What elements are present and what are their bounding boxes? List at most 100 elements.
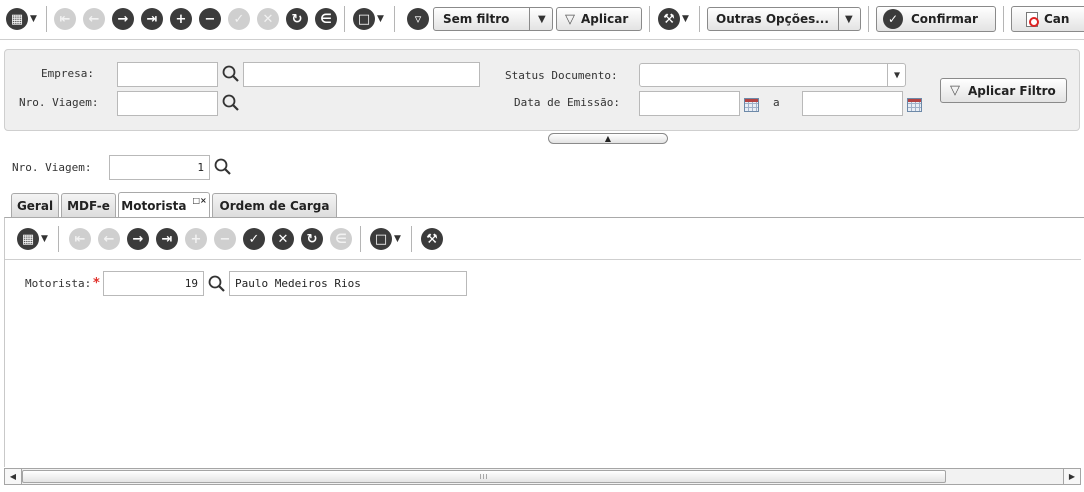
- tab-content: ▦ ▼ ⇤ ← → ⇥ + − ✓ ✕ ↻ ∈ □ ▼ ⚒ Motorista:…: [4, 217, 1084, 467]
- scroll-grip: III: [479, 472, 489, 481]
- other-options-label: Outras Opções...: [716, 12, 829, 26]
- confirm-check-icon: ✓: [883, 9, 903, 29]
- detail-grid-menu-caret-icon[interactable]: ▼: [41, 234, 48, 244]
- filter-panel: Empresa: Nro. Viagem: Status Documento: …: [4, 49, 1080, 131]
- toolbar-separator: [699, 6, 700, 32]
- collapse-panel-handle[interactable]: ▲: [548, 133, 668, 144]
- arrow-right-icon: ▶: [1068, 472, 1076, 481]
- detail-remove-record-icon[interactable]: −: [214, 228, 236, 250]
- record-viagem-search-icon[interactable]: [213, 157, 233, 177]
- detail-grid-menu-icon[interactable]: ▦: [17, 228, 39, 250]
- empresa-name-input[interactable]: [243, 62, 480, 87]
- document-menu-caret-icon[interactable]: ▼: [377, 14, 384, 24]
- detail-previous-record-icon[interactable]: ←: [98, 228, 120, 250]
- viagem-filter-label: Nro. Viagem:: [19, 96, 99, 109]
- funnel-icon: ▽: [565, 11, 575, 27]
- chevron-down-icon: ▼: [538, 13, 546, 25]
- date-from-calendar-icon[interactable]: [744, 98, 759, 112]
- toolbar-separator: [58, 226, 59, 252]
- cancel-button[interactable]: Can: [1011, 6, 1084, 32]
- detail-last-record-icon[interactable]: ⇥: [156, 228, 178, 250]
- date-to-calendar-icon[interactable]: [907, 98, 922, 112]
- first-record-icon[interactable]: ⇤: [54, 8, 76, 30]
- toolbar-separator: [394, 6, 395, 32]
- tab-geral-label: Geral: [16, 199, 54, 213]
- toolbar-separator: [868, 6, 869, 32]
- detail-first-record-icon[interactable]: ⇤: [69, 228, 91, 250]
- detail-add-record-icon[interactable]: +: [185, 228, 207, 250]
- add-record-icon[interactable]: +: [170, 8, 192, 30]
- funnel-icon: ▽: [950, 83, 960, 98]
- detail-wrench-icon[interactable]: ⚒: [421, 228, 443, 250]
- scroll-thumb[interactable]: III: [22, 470, 946, 483]
- tab-geral[interactable]: Geral: [11, 193, 59, 218]
- filter-icon[interactable]: ▿: [407, 8, 429, 30]
- chevron-down-icon: ▼: [893, 69, 900, 81]
- wrench-icon[interactable]: ⚒: [658, 8, 680, 30]
- apply-button[interactable]: ▽ Aplicar: [556, 7, 642, 31]
- toolbar-separator: [360, 226, 361, 252]
- date-from-input[interactable]: [639, 91, 740, 116]
- detail-refresh-icon[interactable]: ↻: [301, 228, 323, 250]
- tab-mdfe[interactable]: MDF-e: [61, 193, 116, 218]
- empresa-search-icon[interactable]: [221, 64, 241, 84]
- confirm-button-label: Confirmar: [911, 12, 978, 26]
- empresa-label: Empresa:: [41, 67, 94, 80]
- record-viagem-label: Nro. Viagem:: [12, 161, 92, 174]
- cancel-x-icon[interactable]: ✕: [257, 8, 279, 30]
- document-menu-icon[interactable]: □: [353, 8, 375, 30]
- motorista-code-input[interactable]: 19: [103, 271, 204, 296]
- cancel-document-icon: [1026, 11, 1039, 27]
- next-record-icon[interactable]: →: [112, 8, 134, 30]
- status-select[interactable]: ▼: [639, 63, 906, 87]
- wrench-menu-caret-icon[interactable]: ▼: [682, 14, 689, 24]
- detail-cancel-x-icon[interactable]: ✕: [272, 228, 294, 250]
- empresa-code-input[interactable]: [117, 62, 218, 87]
- viagem-filter-input[interactable]: [117, 91, 218, 116]
- filter-select-value: Sem filtro: [443, 12, 510, 26]
- motorista-name-input[interactable]: Paulo Medeiros Rios: [229, 271, 467, 296]
- confirm-button[interactable]: ✓ Confirmar: [876, 6, 996, 32]
- status-label: Status Documento:: [505, 69, 618, 82]
- detail-document-menu-icon[interactable]: □: [370, 228, 392, 250]
- scroll-left-button[interactable]: ◀: [5, 469, 22, 484]
- toolbar-separator: [46, 6, 47, 32]
- toolbar-separator: [649, 6, 650, 32]
- last-record-icon[interactable]: ⇥: [141, 8, 163, 30]
- detail-attach-icon[interactable]: ∈: [330, 228, 352, 250]
- detail-toolbar-divider: [5, 259, 1081, 260]
- apply-filter-button[interactable]: ▽ Aplicar Filtro: [940, 78, 1067, 103]
- chevron-down-icon: ▼: [845, 13, 853, 25]
- horizontal-scrollbar[interactable]: ◀ III ▶: [4, 468, 1081, 485]
- record-viagem-input[interactable]: 1: [109, 155, 210, 180]
- motorista-label: Motorista:: [25, 277, 92, 290]
- tab-motorista-label: Motorista: [121, 198, 187, 213]
- refresh-icon[interactable]: ↻: [286, 8, 308, 30]
- viagem-filter-search-icon[interactable]: [221, 93, 241, 113]
- scroll-right-button[interactable]: ▶: [1063, 469, 1080, 484]
- grid-menu-icon[interactable]: ▦: [6, 8, 28, 30]
- tab-detach-icon[interactable]: □×: [192, 196, 206, 205]
- detail-next-record-icon[interactable]: →: [127, 228, 149, 250]
- apply-button-label: Aplicar: [581, 12, 629, 26]
- chevron-up-icon: ▲: [604, 133, 612, 143]
- tab-ordem-de-carga-label: Ordem de Carga: [219, 199, 330, 213]
- motorista-search-icon[interactable]: [207, 274, 227, 294]
- grid-menu-caret-icon[interactable]: ▼: [30, 14, 37, 24]
- attach-icon[interactable]: ∈: [315, 8, 337, 30]
- toolbar-separator: [1003, 6, 1004, 32]
- toolbar-separator: [344, 6, 345, 32]
- save-check-icon[interactable]: ✓: [228, 8, 250, 30]
- previous-record-icon[interactable]: ←: [83, 8, 105, 30]
- tab-motorista[interactable]: Motorista □×: [118, 192, 210, 218]
- detail-document-caret-icon[interactable]: ▼: [394, 234, 401, 244]
- arrow-left-icon: ◀: [9, 472, 17, 481]
- tab-ordem-de-carga[interactable]: Ordem de Carga: [212, 193, 337, 218]
- remove-record-icon[interactable]: −: [199, 8, 221, 30]
- other-options-select[interactable]: Outras Opções... ▼: [707, 7, 861, 31]
- filter-select[interactable]: Sem filtro ▼: [433, 7, 553, 31]
- detail-save-check-icon[interactable]: ✓: [243, 228, 265, 250]
- tab-mdfe-label: MDF-e: [67, 199, 110, 213]
- date-to-input[interactable]: [802, 91, 903, 116]
- toolbar-divider-line: [0, 39, 1084, 40]
